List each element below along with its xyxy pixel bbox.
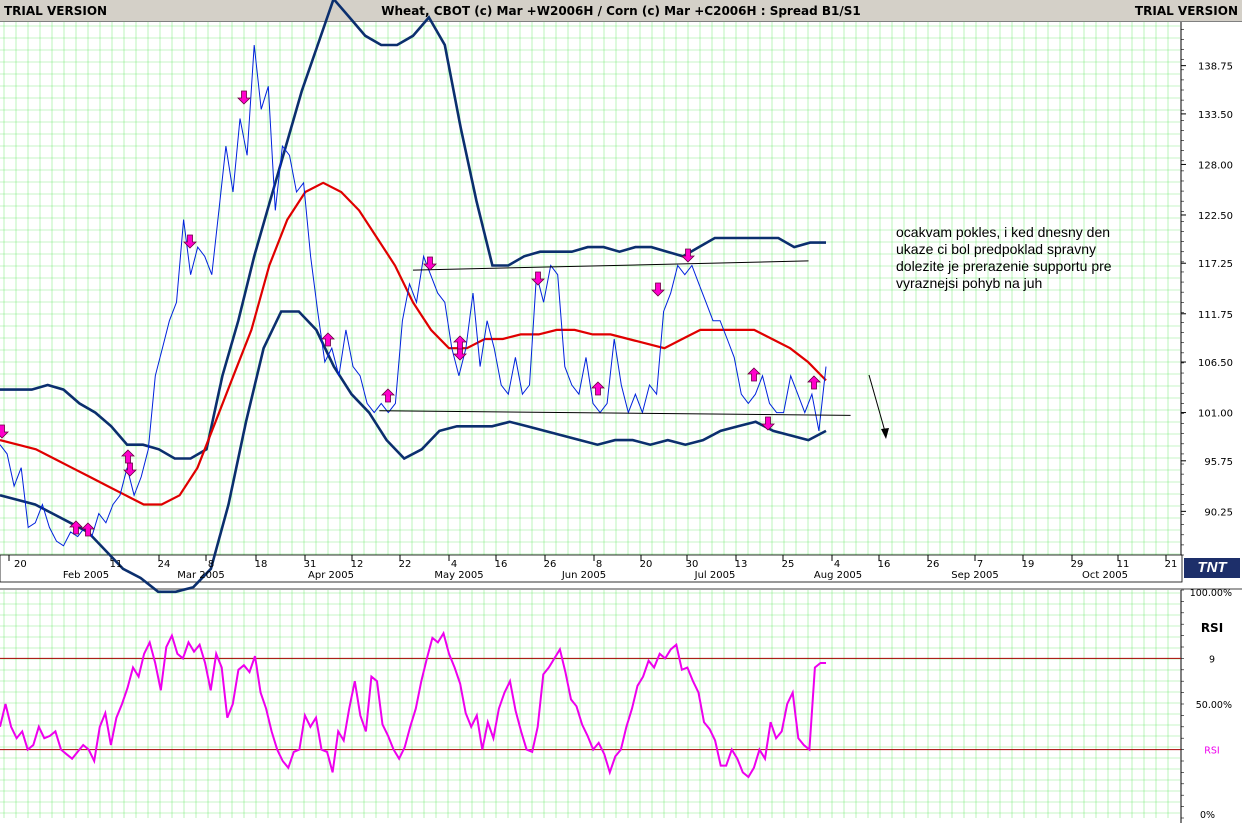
y-tick-label: 128.00 [1198,160,1233,171]
x-tick-label: 29 [1071,559,1084,570]
x-tick-label: 20 [14,559,27,570]
x-tick-label: 16 [878,559,891,570]
x-month-label: Sep 2005 [951,570,998,581]
sell-arrow-shape [423,256,437,271]
annotation-line: vyraznejsi pohyb na juh [896,275,1043,291]
rsi-tick-label: 50.00% [1196,700,1232,711]
y-tick-label: 138.75 [1198,62,1233,73]
x-tick-label: 22 [399,559,412,570]
sell-arrow-icon [531,271,545,286]
tnt-logo: TNT [1184,558,1240,578]
x-tick-label: 21 [1165,559,1178,570]
rsi-tick-label: 9 [1209,654,1215,665]
sell-arrow-icon [237,90,251,105]
x-tick-label: 8 [596,559,602,570]
y-tick-label: 106.50 [1198,358,1233,369]
buy-arrow-shape [747,367,761,382]
y-tick-label: 111.75 [1198,310,1233,321]
buy-arrow-shape [381,388,395,403]
x-month-label: Jul 2005 [694,570,736,581]
x-tick-label: 16 [495,559,508,570]
y-tick-label: 117.25 [1198,259,1233,270]
grid [0,22,1180,818]
rsi-tick-label: 100.00% [1190,588,1232,599]
resistance-line [412,260,809,271]
rsi-tick-label: 0% [1200,810,1215,821]
buy-arrow-icon [807,375,821,390]
x-tick-label: 4 [834,559,840,570]
annotation-line: ocakvam pokles, i ked dnesny den [896,224,1111,240]
x-month-label: Feb 2005 [63,570,109,581]
x-tick-label: 12 [351,559,364,570]
sell-arrow-shape [651,282,665,297]
forecast-arrow-line [868,374,887,436]
x-tick-label: 26 [544,559,557,570]
sell-arrow-icon [423,256,437,271]
buy-arrow-shape [591,381,605,396]
y-tick-label: 101.00 [1198,409,1233,420]
y-tick-label: 133.50 [1198,110,1233,121]
x-tick-label: 30 [686,559,699,570]
x-tick-label: 26 [927,559,940,570]
x-tick-label: 20 [640,559,653,570]
x-tick-label: 7 [977,559,983,570]
x-month-label: Oct 2005 [1082,570,1128,581]
y-tick-label: 95.75 [1204,457,1233,468]
x-month-label: Mar 2005 [177,570,225,581]
annotation-note: ocakvam pokles, i ked dnesny den ukaze c… [896,224,1156,292]
annotation-line: ukaze ci bol predpoklad spravny [896,241,1097,257]
sell-arrow-shape [0,424,9,439]
x-month-label: Jun 2005 [561,570,606,581]
series [0,0,1181,779]
y-tick-label: 90.25 [1204,507,1233,518]
rsi-panel-title: RSI [1201,621,1223,635]
buy-arrow-icon [381,388,395,403]
x-tick-label: 19 [1022,559,1035,570]
rsi-tick-label: RSI [1204,746,1219,757]
x-month-label: Apr 2005 [308,570,354,581]
x-tick-label: 25 [782,559,795,570]
sell-arrow-shape [531,271,545,286]
y-tick-label: 122.50 [1198,211,1233,222]
annotation-line: dolezite je prerazenie supportu pre [896,258,1112,274]
x-tick-label: 8 [208,559,214,570]
x-tick-label: 4 [451,559,457,570]
sell-arrow-icon [651,282,665,297]
x-tick-label: 13 [735,559,748,570]
x-tick-label: 11 [110,559,123,570]
sell-arrow-shape [237,90,251,105]
x-tick-label: 11 [1117,559,1130,570]
x-month-label: Aug 2005 [814,570,862,581]
buy-arrow-icon [747,367,761,382]
buy-arrow-icon [591,381,605,396]
buy-arrow-shape [807,375,821,390]
chart-canvas[interactable]: 138.75 133.50 128.00 122.50 117.25 111.75 106.… [0,0,1242,823]
chart-window: TRIAL VERSION Wheat, CBOT (c) Mar +W2006… [0,0,1242,823]
x-tick-label: 24 [158,559,171,570]
forecast-arrow-head [881,428,889,439]
sell-arrow-icon [0,424,9,439]
x-tick-label: 18 [255,559,268,570]
x-month-label: May 2005 [434,570,483,581]
x-tick-label: 31 [304,559,317,570]
